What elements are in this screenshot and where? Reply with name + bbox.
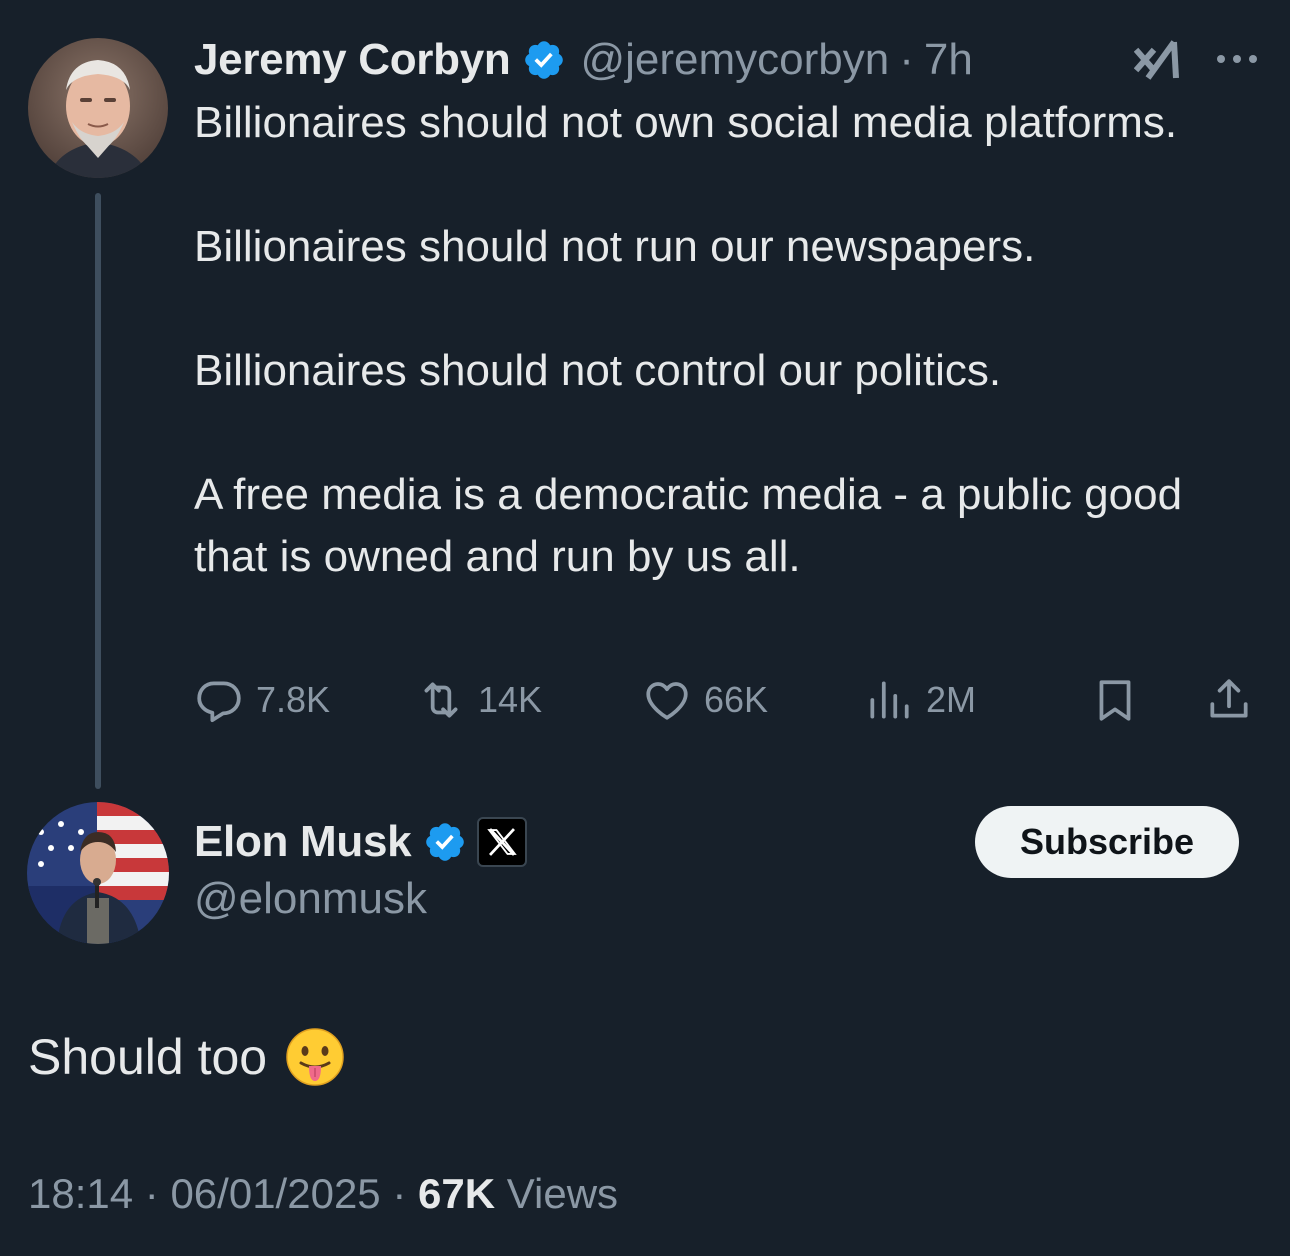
repost-count: 14K bbox=[478, 679, 543, 720]
views-label: Views bbox=[506, 1170, 619, 1217]
reply-tweet-text: Should too bbox=[28, 1022, 345, 1092]
author-avatar[interactable] bbox=[27, 802, 169, 944]
author-handle[interactable]: @elonmusk bbox=[194, 874, 427, 924]
tweet-paragraph: Billionaires should not own social media… bbox=[194, 98, 1178, 147]
like-button[interactable]: 66K bbox=[642, 672, 768, 728]
avatar-photo bbox=[27, 802, 169, 944]
bookmark-button[interactable] bbox=[1090, 672, 1140, 728]
share-icon bbox=[1210, 679, 1248, 718]
more-icon[interactable] bbox=[1212, 42, 1262, 76]
like-icon bbox=[646, 682, 688, 720]
verified-badge-icon[interactable] bbox=[423, 820, 467, 864]
views-button[interactable]: 2M bbox=[864, 672, 976, 728]
bookmark-icon bbox=[1099, 680, 1131, 721]
tweet-detail-page: Jeremy Corbyn @jeremycorbyn · 7h Billion… bbox=[0, 0, 1290, 1256]
tweet-text: Should too bbox=[28, 1029, 268, 1085]
tweet-action-bar: 7.8K 14K 66K 2M bbox=[194, 672, 1264, 728]
tweet-time-ago[interactable]: 7h bbox=[924, 35, 973, 85]
parent-tweet-text: Billionaires should not own social media… bbox=[194, 92, 1234, 588]
tweet-paragraph: A free media is a democratic media - a p… bbox=[194, 470, 1183, 581]
subscribe-button[interactable]: Subscribe bbox=[975, 806, 1239, 878]
author-handle[interactable]: @jeremycorbyn bbox=[580, 35, 889, 85]
views-count: 2M bbox=[926, 679, 977, 720]
reply-tweet-header: Elon Musk bbox=[194, 812, 528, 872]
tweet-timestamp-line: 18:14 · 06/01/2025 · 67K Views bbox=[28, 1170, 618, 1218]
views-count[interactable]: 67K bbox=[418, 1170, 495, 1217]
reply-button[interactable]: 7.8K bbox=[194, 672, 330, 728]
parent-tweet-header: Jeremy Corbyn @jeremycorbyn · 7h bbox=[194, 30, 973, 90]
thread-connector-line bbox=[95, 193, 101, 789]
meta-separator: · bbox=[144, 1170, 159, 1217]
tweet-time[interactable]: 18:14 bbox=[28, 1170, 133, 1217]
tweet-paragraph: Billionaires should not control our poli… bbox=[194, 346, 1002, 395]
author-avatar[interactable] bbox=[28, 38, 168, 178]
reply-count: 7.8K bbox=[256, 679, 331, 720]
repost-icon bbox=[424, 682, 458, 718]
tweet-date[interactable]: 06/01/2025 bbox=[170, 1170, 380, 1217]
reply-icon bbox=[197, 681, 241, 723]
author-name[interactable]: Elon Musk bbox=[194, 817, 412, 867]
meta-separator: · bbox=[392, 1170, 407, 1217]
views-icon bbox=[870, 681, 909, 719]
grok-icon[interactable] bbox=[1134, 34, 1184, 84]
verified-badge-icon[interactable] bbox=[522, 38, 566, 82]
repost-button[interactable]: 14K bbox=[416, 672, 542, 728]
x-affiliate-icon[interactable] bbox=[477, 817, 528, 867]
like-count: 66K bbox=[704, 679, 769, 720]
author-name[interactable]: Jeremy Corbyn bbox=[194, 35, 511, 85]
avatar-photo bbox=[28, 38, 168, 178]
tweet-paragraph: Billionaires should not run our newspape… bbox=[194, 222, 1036, 271]
face-with-tongue-emoji-icon bbox=[286, 1028, 344, 1086]
share-button[interactable] bbox=[1204, 672, 1254, 728]
meta-separator: · bbox=[899, 35, 914, 84]
